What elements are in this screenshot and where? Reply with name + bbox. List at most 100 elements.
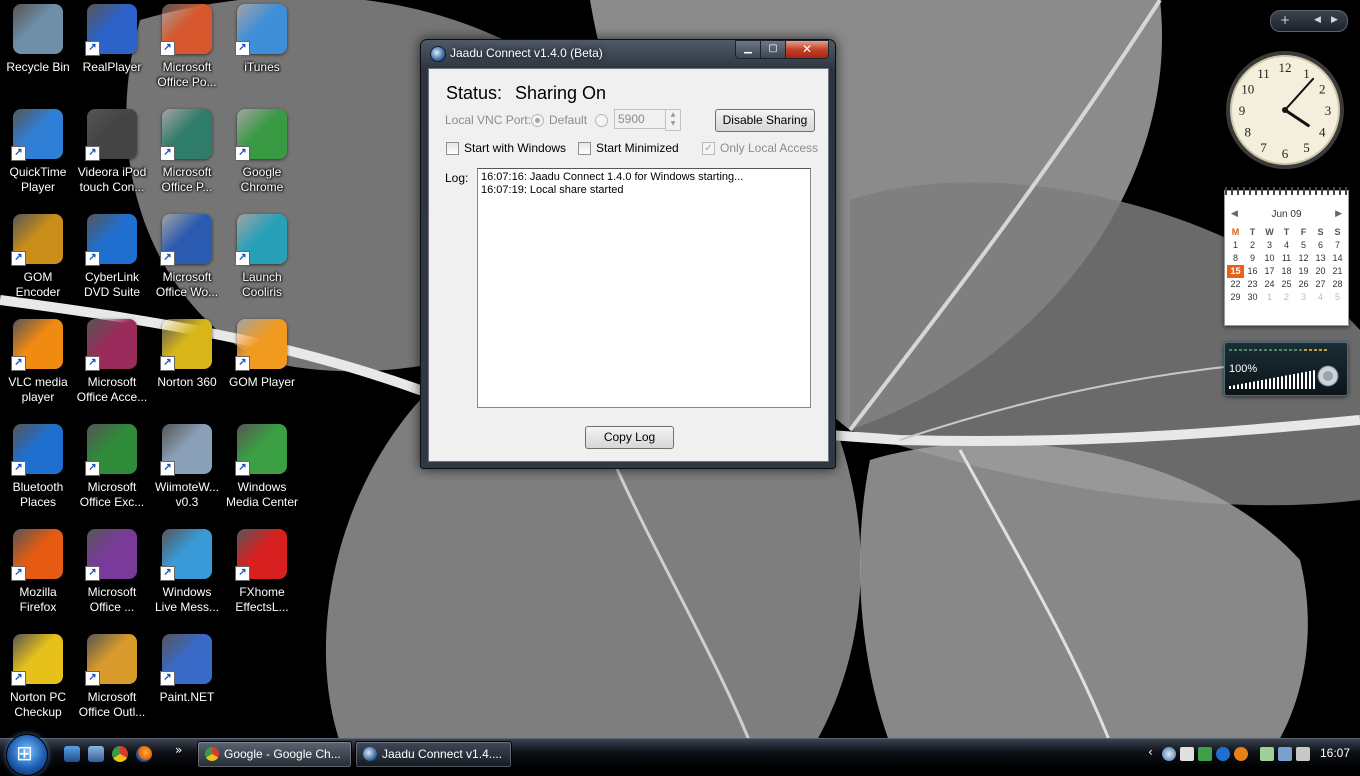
desktop-icon[interactable]: ↗ Microsoft Office Po... — [149, 4, 225, 108]
next-page-icon[interactable]: ▶ — [1331, 15, 1338, 25]
desktop-icon[interactable]: ↗ GOM Player — [224, 319, 300, 423]
desktop-icon[interactable]: ↗ Launch Cooliris — [224, 214, 300, 318]
calendar-day[interactable]: 1 — [1261, 291, 1278, 304]
quicklaunch-more-icon[interactable]: » — [175, 743, 182, 757]
calendar-day[interactable]: 11 — [1278, 252, 1295, 265]
network-tray-icon[interactable] — [1198, 747, 1212, 761]
calendar-day[interactable]: 4 — [1278, 239, 1295, 252]
calendar-day[interactable]: 5 — [1329, 291, 1346, 304]
calendar-day[interactable]: 5 — [1295, 239, 1312, 252]
desktop-icon[interactable]: ↗ Microsoft Office Outl... — [74, 634, 150, 738]
calendar-day[interactable]: 23 — [1244, 278, 1261, 291]
clock-gadget[interactable]: 1234567891011 12 — [1224, 49, 1346, 171]
calendar-day[interactable]: 8 — [1227, 252, 1244, 265]
desktop-icon[interactable]: ↗ VLC media player — [0, 319, 76, 423]
copy-log-button[interactable]: Copy Log — [585, 426, 674, 449]
calendar-day[interactable]: 13 — [1312, 252, 1329, 265]
desktop-icon[interactable]: ↗ Microsoft Office ... — [74, 529, 150, 633]
desktop-icon[interactable]: ↗ CyberLink DVD Suite — [74, 214, 150, 318]
desktop-icon[interactable]: ↗ Norton PC Checkup — [0, 634, 76, 738]
desktop-icon[interactable]: Recycle Bin — [0, 4, 76, 108]
desktop-icon[interactable]: ↗ Google Chrome — [224, 109, 300, 213]
only-local-access-checkbox[interactable]: ✓ — [702, 142, 715, 155]
show-hidden-icons-icon[interactable]: ‹ — [1148, 745, 1153, 759]
calendar-day[interactable]: 15 — [1227, 265, 1244, 278]
taskbar-button-chrome[interactable]: Google - Google Ch... — [197, 741, 352, 768]
minimize-button[interactable]: ▁ — [735, 40, 761, 59]
calendar-next-icon[interactable]: ▶ — [1335, 209, 1342, 219]
show-desktop-icon[interactable] — [64, 746, 80, 762]
calendar-day[interactable]: 9 — [1244, 252, 1261, 265]
calendar-day[interactable]: 2 — [1244, 239, 1261, 252]
desktop-icon[interactable]: ↗ Videora iPod touch Con... — [74, 109, 150, 213]
desktop-icon[interactable]: ↗ Microsoft Office Wo... — [149, 214, 225, 318]
calendar-day[interactable]: 20 — [1312, 265, 1329, 278]
desktop-icon[interactable]: ↗ Paint.NET — [149, 634, 225, 738]
security-tray-icon[interactable] — [1234, 747, 1248, 761]
calendar-day[interactable]: 2 — [1278, 291, 1295, 304]
desktop-icon[interactable]: ↗ Microsoft Office P... — [149, 109, 225, 213]
desktop-icon[interactable]: ↗ Norton 360 — [149, 319, 225, 423]
desktop-icon[interactable]: ↗ QuickTime Player — [0, 109, 76, 213]
calendar-day[interactable]: 24 — [1261, 278, 1278, 291]
calendar-day[interactable]: 7 — [1329, 239, 1346, 252]
calendar-day[interactable]: 14 — [1329, 252, 1346, 265]
desktop-icon[interactable]: ↗ Windows Media Center — [224, 424, 300, 528]
desktop-icon[interactable]: ↗ Microsoft Office Acce... — [74, 319, 150, 423]
desktop-icon[interactable]: ↗ GOM Encoder — [0, 214, 76, 318]
calendar-day[interactable]: 26 — [1295, 278, 1312, 291]
maximize-button[interactable]: ▢ — [760, 40, 786, 59]
previous-page-icon[interactable]: ◀ — [1314, 15, 1321, 25]
calendar-day[interactable]: 17 — [1261, 265, 1278, 278]
default-port-radio[interactable] — [531, 114, 544, 127]
start-with-windows-checkbox[interactable] — [446, 142, 459, 155]
jaadu-tray-icon[interactable] — [1162, 747, 1176, 761]
switch-windows-icon[interactable] — [88, 746, 104, 762]
calendar-day[interactable]: 21 — [1329, 265, 1346, 278]
calendar-day[interactable]: 10 — [1261, 252, 1278, 265]
chrome-quicklaunch-icon[interactable] — [112, 746, 128, 762]
utility-tray-icon[interactable] — [1180, 747, 1194, 761]
battery-tray-icon[interactable] — [1260, 747, 1274, 761]
bluetooth-tray-icon[interactable] — [1216, 747, 1230, 761]
desktop-icon[interactable]: ↗ Mozilla Firefox — [0, 529, 76, 633]
log-textbox[interactable]: 16:07:16: Jaadu Connect 1.4.0 for Window… — [477, 168, 811, 408]
calendar-gadget[interactable]: ◀ Jun 09 ▶ M T W T F S S 1 2 3 4 5 6 7 8 9 10 11 12 13 14 15 1… — [1224, 187, 1349, 326]
close-button[interactable]: ✕ — [785, 40, 829, 59]
volume-gadget[interactable]: 100% — [1224, 342, 1348, 396]
calendar-day[interactable]: 1 — [1227, 239, 1244, 252]
spin-up-icon[interactable]: ▲ — [666, 110, 680, 119]
calendar-day[interactable]: 3 — [1295, 291, 1312, 304]
calendar-day[interactable]: 6 — [1312, 239, 1329, 252]
desktop-icon[interactable]: ↗ RealPlayer — [74, 4, 150, 108]
start-minimized-checkbox[interactable] — [578, 142, 591, 155]
spin-down-icon[interactable]: ▼ — [666, 119, 680, 128]
calendar-day[interactable]: 19 — [1295, 265, 1312, 278]
calendar-day[interactable]: 4 — [1312, 291, 1329, 304]
taskbar-button-jaadu[interactable]: Jaadu Connect v1.4.... — [355, 741, 512, 768]
desktop-icon[interactable]: ↗ WiimoteW... v0.3 — [149, 424, 225, 528]
calendar-day[interactable]: 22 — [1227, 278, 1244, 291]
disable-sharing-button[interactable]: Disable Sharing — [715, 109, 815, 132]
calendar-day[interactable]: 25 — [1278, 278, 1295, 291]
desktop-icon[interactable]: ↗ FXhome EffectsL... — [224, 529, 300, 633]
speaker-icon[interactable] — [1296, 747, 1310, 761]
add-gadget-icon[interactable]: + — [1280, 13, 1290, 27]
start-button[interactable] — [6, 734, 48, 776]
calendar-day[interactable]: 28 — [1329, 278, 1346, 291]
title-bar[interactable]: Jaadu Connect v1.4.0 (Beta) ▁ ▢ ✕ — [421, 40, 835, 66]
port-input[interactable]: 5900 — [614, 109, 667, 129]
desktop-icon[interactable]: ↗ Windows Live Mess... — [149, 529, 225, 633]
calendar-day[interactable]: 12 — [1295, 252, 1312, 265]
calendar-day[interactable]: 29 — [1227, 291, 1244, 304]
desktop-icon[interactable]: ↗ iTunes — [224, 4, 300, 108]
calendar-day[interactable]: 18 — [1278, 265, 1295, 278]
desktop-icon[interactable]: ↗ Bluetooth Places — [0, 424, 76, 528]
firefox-quicklaunch-icon[interactable] — [136, 746, 152, 762]
desktop-icon[interactable]: ↗ Microsoft Office Exc... — [74, 424, 150, 528]
custom-port-radio[interactable] — [595, 114, 608, 127]
network-connection-icon[interactable] — [1278, 747, 1292, 761]
port-spinner[interactable]: ▲ ▼ — [665, 109, 681, 131]
calendar-day[interactable]: 16 — [1244, 265, 1261, 278]
taskbar-clock[interactable]: 16:07 — [1320, 746, 1350, 760]
